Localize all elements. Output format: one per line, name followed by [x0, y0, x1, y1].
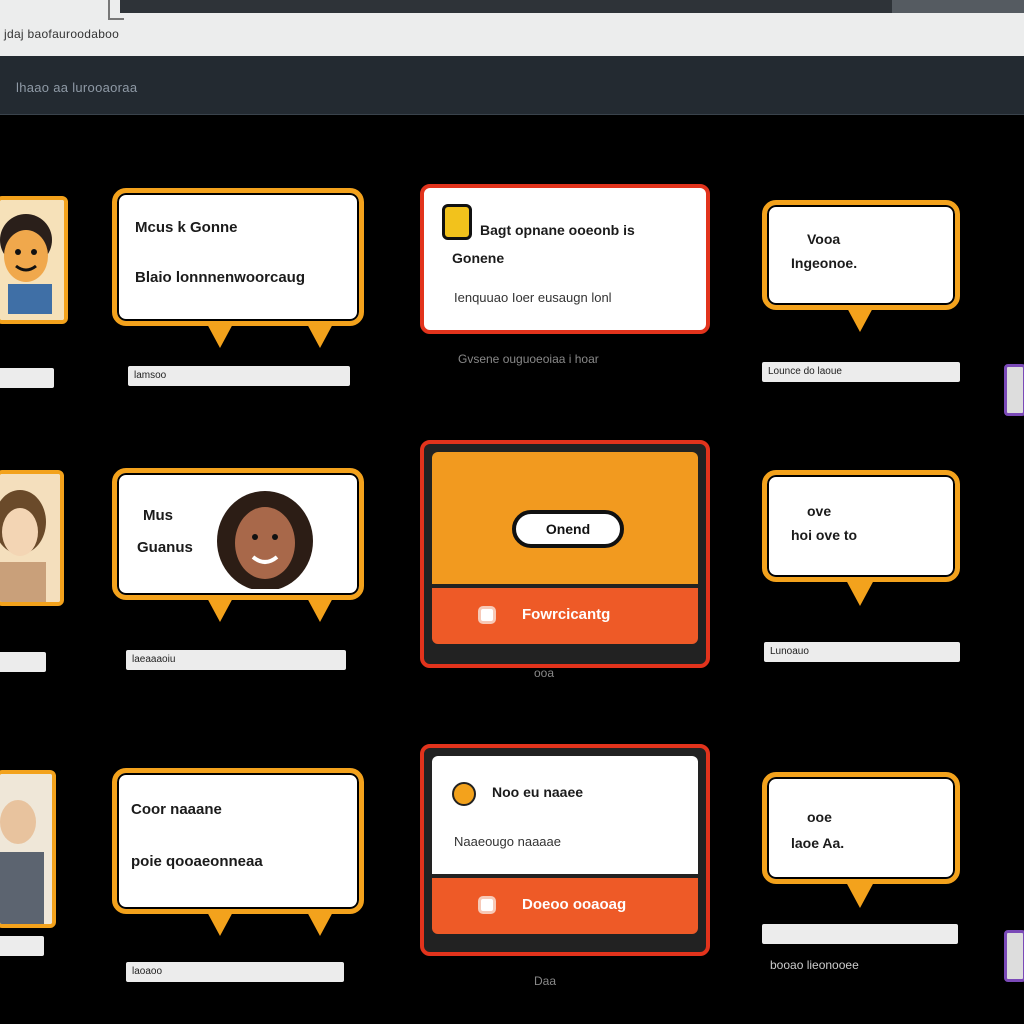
speech-bubble-2[interactable]: Mus Guanus: [112, 468, 364, 600]
bubble-1-line1: Mcus k Gonne: [135, 219, 238, 236]
bubble-1-caption: lamsoo: [128, 366, 350, 386]
card-2-action-label: Fowrcicantg: [522, 606, 611, 623]
action-card-2: Onend Fowrcicantg: [420, 440, 710, 668]
card-3-description: Naaeougo naaaae: [454, 834, 561, 849]
speech-bubble-3[interactable]: Coor naaane poie qooaeonneaa: [112, 768, 364, 914]
bubble-1-tail: [206, 322, 234, 348]
card-1-title-2: Gonene: [452, 250, 505, 266]
illustrated-avatar-icon: [0, 474, 60, 602]
panel-3-caption: booao lieonooee: [770, 958, 859, 972]
card-2-button[interactable]: Onend: [512, 510, 624, 548]
card-2-header: Onend: [432, 452, 698, 584]
panel-1-line2: Ingeonoe.: [791, 255, 858, 271]
notification-card-1[interactable]: Bagt opnane ooeonb is Gonene Ienquuao Io…: [420, 184, 710, 334]
portrait-avatar-icon: [217, 491, 313, 589]
panel-1-caption: Lounce do laoue: [762, 362, 960, 382]
bubble-1-tail-2: [306, 322, 334, 348]
panel-1-line1: Vooa: [807, 231, 841, 247]
avatar-3-caption: [0, 936, 44, 956]
panel-2-caption: Lunoauo: [764, 642, 960, 662]
panel-2-line2: hoi ove to: [791, 527, 858, 543]
avatar-2[interactable]: [0, 470, 64, 606]
card-3-action-bar[interactable]: Doeoo ooaoag: [432, 878, 698, 934]
avatar-1[interactable]: [0, 196, 68, 324]
bubble-3-line2: poie qooaeonneaa: [131, 853, 263, 870]
panel-2-tail: [846, 580, 874, 606]
card-3-action-label: Doeoo ooaoag: [522, 896, 627, 913]
card-1-title: Bagt opnane ooeonb is: [480, 222, 635, 238]
person-avatar-icon: [0, 774, 52, 924]
panel-3-stub: [762, 924, 958, 944]
card-2-caption: ooa: [534, 666, 555, 680]
speech-panel-2[interactable]: ove hoi ove to: [762, 470, 960, 582]
action-icon: [478, 606, 496, 624]
avatar-3[interactable]: [0, 770, 56, 928]
bubble-2-line2: Guanus: [137, 539, 193, 556]
card-3-title: Noo eu naaee: [492, 784, 584, 800]
bubble-2-tail-2: [306, 596, 334, 622]
bubble-3-line1: Coor naaane: [131, 801, 222, 818]
card-3-body: Noo eu naaee Naaeougo naaaae: [432, 756, 698, 874]
action-icon-2: [478, 896, 496, 914]
browser-tab[interactable]: [892, 0, 1024, 13]
avatar-2-caption: [0, 652, 46, 672]
notification-card-3[interactable]: Noo eu naaee Naaeougo naaaae Doeoo ooaoa…: [420, 744, 710, 956]
speech-panel-3[interactable]: ooe laoe Aa.: [762, 772, 960, 884]
panel-2-line1: ove: [807, 503, 832, 519]
cursor-icon: [108, 0, 124, 20]
browser-tab-strip: [120, 0, 1024, 13]
panel-3-line2: laoe Aa.: [791, 835, 845, 851]
bubble-3-tail-2: [306, 910, 334, 936]
card-3-caption: Daa: [534, 974, 557, 988]
badge-icon: [442, 204, 472, 240]
toolbar-title: lhaao aa lurooaoraa: [16, 80, 138, 95]
panel-3-tail: [846, 882, 874, 908]
speech-bubble-1[interactable]: Mcus k Gonne Blaio lonnnenwoorcaug: [112, 188, 364, 326]
bubble-3-caption: laoaoo: [126, 962, 344, 982]
panel-1-tail: [846, 306, 874, 332]
bubble-2-caption: laeaaaoiu: [126, 650, 346, 670]
bubble-1-line2: Blaio lonnnenwoorcaug: [135, 269, 306, 286]
card-1-caption: Gvsene ouguoeoiaa i hoar: [458, 352, 599, 366]
speech-panel-1[interactable]: Vooa Ingeonoe.: [762, 200, 960, 310]
card-1-description: Ienquuao Ioer eusaugn lonl: [454, 290, 612, 305]
bubble-3-tail: [206, 910, 234, 936]
bubble-2-line1: Mus: [143, 507, 173, 524]
avatar-1-caption: [0, 368, 54, 388]
status-dot-icon: [452, 782, 476, 806]
card-2-action-bar[interactable]: Fowrcicantg: [432, 588, 698, 644]
app-toolbar: lhaao aa lurooaoraa: [0, 56, 1024, 115]
address-text: jdaj baofauroodaboo: [4, 27, 120, 41]
panel-3-line1: ooe: [807, 809, 832, 825]
side-handle-2[interactable]: [1004, 930, 1024, 982]
cartoon-avatar-icon: [0, 200, 64, 320]
bubble-2-tail: [206, 596, 234, 622]
side-handle-1[interactable]: [1004, 364, 1024, 416]
browser-address-bar[interactable]: jdaj baofauroodaboo: [0, 0, 1024, 57]
